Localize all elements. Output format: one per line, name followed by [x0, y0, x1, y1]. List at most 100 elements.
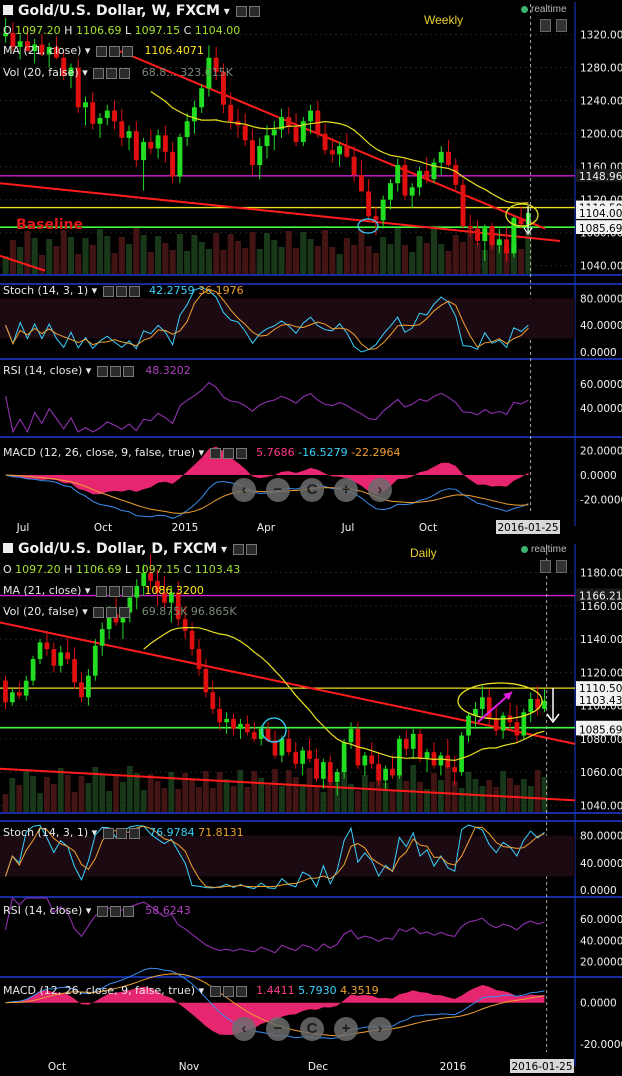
weekly-lock-icon[interactable]	[248, 6, 260, 17]
daily-candle-body	[92, 645, 98, 676]
daily-stoch-label[interactable]: Stoch (14, 3, 1)	[3, 826, 88, 839]
weekly-title-row: Gold/U.S. Dollar, W, FXCM ▾	[3, 3, 260, 19]
daily-dropdown-icon[interactable]: ▾	[221, 542, 227, 556]
weekly-scroll-right-button[interactable]: ›	[368, 478, 392, 502]
weekly-macd-label[interactable]: MACD (12, 26, close, 9, false, true)	[3, 446, 195, 459]
weekly-candle-body	[438, 151, 444, 163]
daily-rsi-settings-icon[interactable]	[96, 905, 108, 917]
weekly-vol-legend: Vol (20, false) ▾ 68.8... 323.015K	[3, 66, 233, 79]
weekly-ma-close-icon[interactable]	[121, 45, 133, 57]
daily-candle-body	[279, 738, 285, 756]
weekly-volume-bar	[169, 250, 176, 274]
weekly-stoch-label[interactable]: Stoch (14, 3, 1)	[3, 284, 88, 297]
weekly-rsi-settings-icon[interactable]	[96, 365, 108, 377]
daily-volume-bar	[189, 780, 195, 812]
weekly-symbol-title[interactable]: Gold/U.S. Dollar, W, FXCM	[18, 3, 220, 19]
weekly-reset-button[interactable]: C	[300, 478, 324, 502]
weekly-vol-eye-icon[interactable]	[106, 67, 118, 79]
daily-candle-body	[65, 652, 71, 660]
daily-candle-body	[410, 733, 416, 749]
weekly-stoch-close-icon[interactable]	[128, 285, 140, 297]
daily-volume-bar	[520, 779, 527, 812]
weekly-candle-body	[264, 135, 270, 147]
daily-stoch-settings-icon[interactable]	[102, 827, 114, 839]
daily-candle-body	[37, 642, 43, 660]
daily-candle-body	[376, 763, 382, 781]
daily-candle-body	[286, 738, 292, 753]
daily-volume-bar	[44, 777, 50, 812]
weekly-rsi-label[interactable]: RSI (14, close)	[3, 364, 82, 377]
daily-scroll-down-button[interactable]	[556, 560, 567, 573]
daily-vol-label[interactable]: Vol (20, false)	[3, 605, 79, 618]
daily-macd-settings-icon[interactable]	[209, 985, 221, 997]
daily-scroll-right-button[interactable]: ›	[368, 1017, 392, 1041]
daily-rsi-close-icon[interactable]	[122, 905, 134, 917]
daily-scroll-left-button[interactable]: ‹	[232, 1017, 256, 1041]
weekly-candle-body	[518, 217, 524, 225]
daily-symbol-title[interactable]: Gold/U.S. Dollar, D, FXCM	[18, 541, 217, 557]
weekly-toggle-icon[interactable]	[3, 5, 13, 15]
weekly-dropdown-icon[interactable]: ▾	[224, 4, 230, 18]
weekly-h-value: 1106.69	[75, 24, 122, 37]
daily-candle-body	[314, 758, 319, 779]
daily-toggle-icon[interactable]	[3, 543, 13, 553]
daily-zoom-in-button[interactable]: +	[334, 1017, 358, 1041]
weekly-ma-eye-icon[interactable]	[108, 45, 120, 57]
daily-rsi-label[interactable]: RSI (14, close)	[3, 904, 82, 917]
weekly-ohlc-row: O 1097.20 H 1106.69 L 1097.15 C 1104.00	[3, 24, 240, 37]
weekly-macd-eye-icon[interactable]	[222, 447, 234, 459]
weekly-macd-settings-icon[interactable]	[209, 447, 221, 459]
weekly-rsi-close-icon[interactable]	[122, 365, 134, 377]
weekly-volume-bar	[220, 250, 227, 274]
weekly-stoch-eye-icon[interactable]	[115, 285, 127, 297]
weekly-volume-bar	[104, 236, 111, 274]
weekly-vol-settings-icon[interactable]	[93, 67, 105, 79]
weekly-zoom-in-button[interactable]: +	[334, 478, 358, 502]
daily-vol-settings-icon[interactable]	[93, 606, 105, 618]
weekly-volume-bar	[162, 243, 169, 274]
weekly-scroll-left-button[interactable]: ‹	[232, 478, 256, 502]
weekly-volume-bar	[322, 230, 329, 274]
weekly-volume-bar	[75, 254, 82, 274]
weekly-ma-settings-icon[interactable]	[95, 45, 107, 57]
daily-zoom-out-button[interactable]: −	[266, 1017, 290, 1041]
daily-volume-bar	[313, 785, 320, 812]
daily-lock-icon[interactable]	[245, 544, 257, 555]
weekly-volume-bar	[372, 253, 379, 274]
daily-ma-close-icon[interactable]	[121, 585, 133, 597]
daily-ma-settings-icon[interactable]	[95, 585, 107, 597]
weekly-vol-close-icon[interactable]	[119, 67, 131, 79]
weekly-candle-body	[409, 187, 415, 196]
daily-ma-eye-icon[interactable]	[108, 585, 120, 597]
daily-reset-button[interactable]: C	[300, 1017, 324, 1041]
daily-stoch-eye-icon[interactable]	[115, 827, 127, 839]
weekly-macd-close-icon[interactable]	[235, 447, 247, 459]
daily-macd-eye-icon[interactable]	[222, 985, 234, 997]
weekly-rsi-eye-icon[interactable]	[109, 365, 121, 377]
daily-price-tag-2: 1103.43	[579, 695, 622, 707]
weekly-stoch-settings-icon[interactable]	[102, 285, 114, 297]
weekly-settings-icon[interactable]	[235, 6, 247, 17]
weekly-vol-label[interactable]: Vol (20, false)	[3, 66, 79, 79]
daily-macd-close-icon[interactable]	[235, 985, 247, 997]
weekly-candle-body	[446, 151, 451, 166]
daily-volume-bar	[64, 775, 71, 812]
daily-vol-eye-icon[interactable]	[106, 606, 118, 618]
daily-settings-icon[interactable]	[232, 544, 244, 555]
daily-ma-label[interactable]: MA (21, close)	[3, 584, 81, 597]
daily-price-tag-4: 1085.69	[579, 724, 622, 736]
weekly-zoom-out-button[interactable]: −	[266, 478, 290, 502]
weekly-volume-bar	[126, 244, 133, 274]
weekly-ma-label[interactable]: MA (21, close)	[3, 44, 81, 57]
daily-vol-close-icon[interactable]	[119, 606, 131, 618]
daily-rsi-eye-icon[interactable]	[109, 905, 121, 917]
daily-macd-label[interactable]: MACD (12, 26, close, 9, false, true)	[3, 984, 195, 997]
daily-stoch-close-icon[interactable]	[128, 827, 140, 839]
weekly-y-tick-label-1: 1280.00	[580, 63, 622, 75]
weekly-volume-bar	[329, 247, 336, 274]
daily-scroll-up-button[interactable]	[540, 560, 551, 573]
weekly-rsi-tick-1: 40.0000	[580, 403, 622, 415]
weekly-scroll-up-button[interactable]	[540, 19, 551, 32]
weekly-scroll-down-button[interactable]	[556, 19, 567, 32]
weekly-volume-bar	[205, 249, 212, 274]
